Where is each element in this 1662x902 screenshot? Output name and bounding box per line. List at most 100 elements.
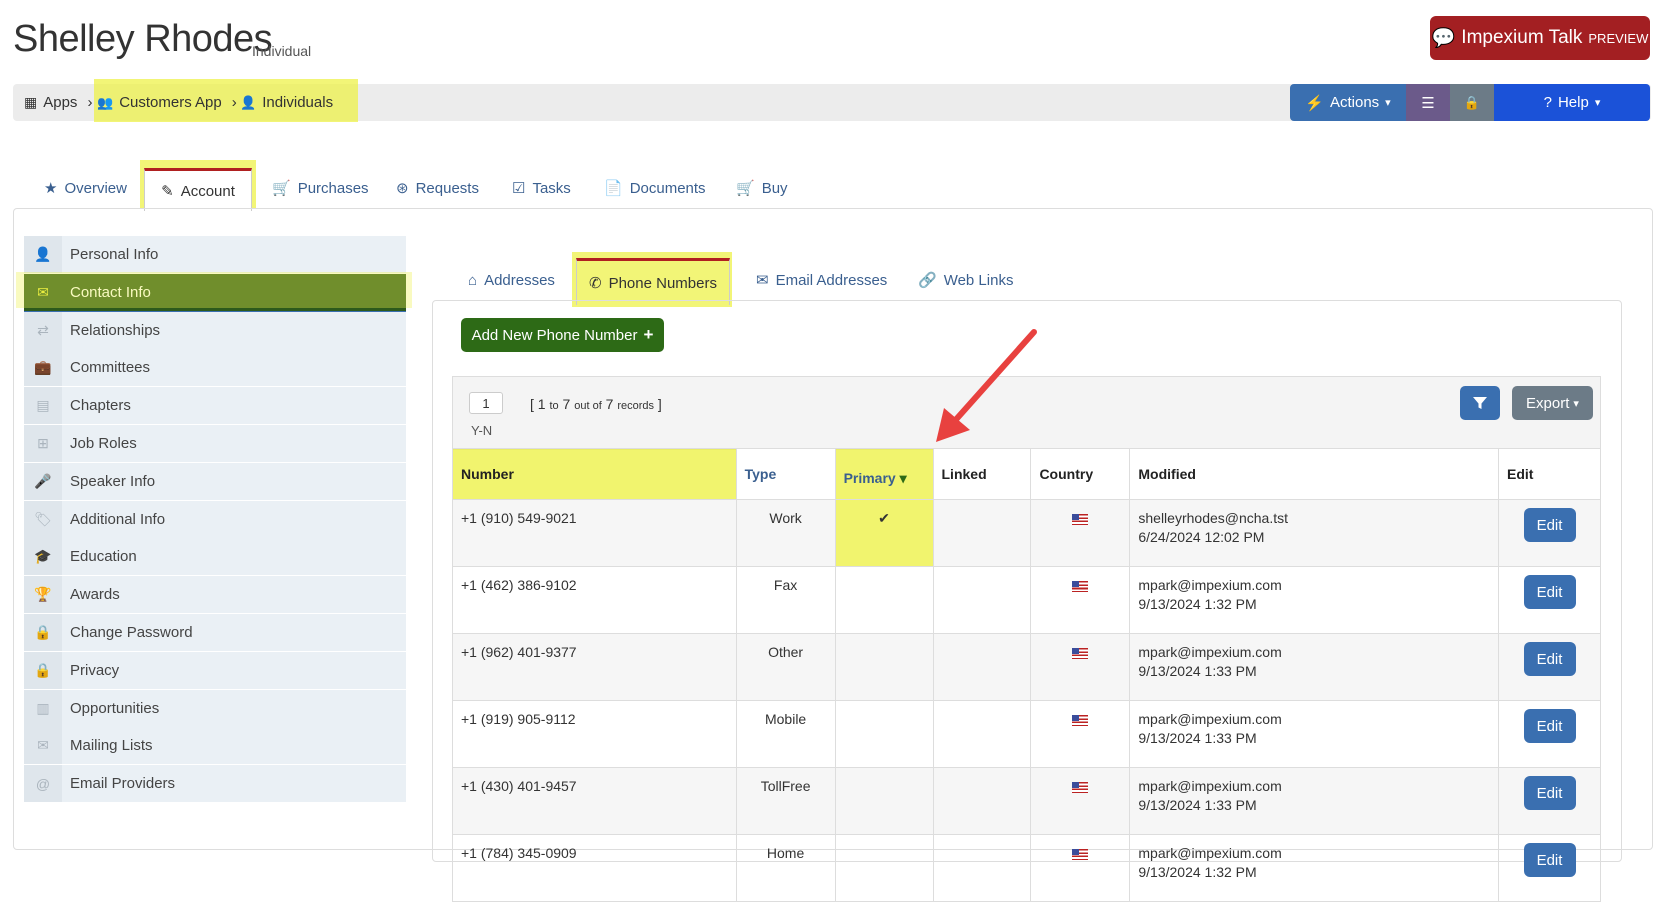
phone-type: Home [766, 845, 805, 861]
us-flag-icon [1072, 648, 1089, 659]
table-row: +1 (462) 386-9102 Fax mpark@impexium.com 9/… [452, 566, 1601, 634]
lock-icon: 🔒 [24, 651, 62, 689]
sidebar-item-speaker-info[interactable]: 🎤 Speaker Info [24, 462, 406, 501]
tab-overview[interactable]: ★ Overview [34, 168, 137, 208]
phone-type: Work [769, 510, 802, 526]
add-phone-number-button[interactable]: Add New Phone Number + [461, 318, 664, 352]
filter-icon [1473, 397, 1487, 409]
us-flag-icon [1072, 581, 1089, 592]
subtab-label: Addresses [484, 271, 555, 289]
cell-edit: Edit [1498, 834, 1601, 902]
phone-number: +1 (462) 386-9102 [461, 577, 577, 593]
breadcrumb-customers-app[interactable]: 👥 Customers App › [97, 84, 237, 121]
record-type-label: Individual [252, 43, 312, 59]
filter-button[interactable] [1460, 386, 1500, 420]
column-header-linked[interactable]: Linked [932, 448, 1032, 500]
sidebar-item-opportunities[interactable]: ▥ Opportunities [24, 689, 406, 728]
sidebar-item-additional-info[interactable]: 🏷 Additional Info [24, 500, 406, 539]
edit-button[interactable]: Edit [1523, 575, 1576, 609]
sidebar-item-chapters[interactable]: ▤ Chapters [24, 387, 406, 426]
sidebar-item-relationships[interactable]: ⇄ Relationships [24, 311, 406, 350]
chat-bubble-icon: 💬 [1431, 28, 1456, 49]
range-start: 1 [537, 396, 546, 412]
modified-by: mpark@impexium.com [1138, 845, 1282, 861]
sidebar-item-job-roles[interactable]: ⊞ Job Roles [24, 425, 406, 463]
edit-icon: ✎ [161, 183, 174, 200]
column-header-type[interactable]: Type [735, 448, 836, 500]
subtab-addresses[interactable]: ⌂ Addresses [458, 258, 565, 302]
sidebar-item-label: Change Password [70, 624, 193, 641]
list-button[interactable]: ☰ [1406, 84, 1450, 121]
help-button[interactable]: ? Help ▾ [1494, 84, 1650, 121]
breadcrumb-individuals[interactable]: 👤 Individuals [240, 84, 333, 121]
tab-buy[interactable]: 🛒 Buy [726, 168, 798, 208]
tab-purchases[interactable]: 🛒 Purchases [262, 168, 379, 208]
cell-linked [932, 767, 1032, 835]
edit-button[interactable]: Edit [1523, 709, 1576, 743]
column-header-number[interactable]: Number [452, 448, 737, 500]
sidebar-item-label: Chapters [70, 397, 131, 415]
sidebar-item-privacy[interactable]: 🔒 Privacy [24, 651, 406, 690]
cart-icon: 🛒 [736, 180, 755, 197]
sidebar-item-education[interactable]: 🎓 Education [24, 538, 406, 577]
cell-primary: ✔ [834, 499, 934, 567]
us-flag-icon [1072, 514, 1089, 525]
users-icon: 👥 [97, 94, 114, 110]
edit-button[interactable]: Edit [1523, 843, 1576, 877]
modified-by: mpark@impexium.com [1138, 778, 1282, 794]
documents-icon: 📄 [604, 180, 623, 197]
header-label: Country [1039, 466, 1094, 482]
cell-modified: mpark@impexium.com 9/13/2024 1:32 PM [1129, 566, 1500, 634]
modified-date: 9/13/2024 1:33 PM [1138, 730, 1257, 746]
cell-number: +1 (462) 386-9102 [452, 566, 737, 634]
subtab-phone-numbers[interactable]: ✆ Phone Numbers [576, 258, 730, 305]
record-count: [ 1 to 7 out of 7 records ] [530, 396, 662, 412]
range-records: records [617, 400, 655, 412]
cell-linked [932, 633, 1032, 701]
subtab-web-links[interactable]: 🔗 Web Links [908, 258, 1023, 302]
sidebar-item-awards[interactable]: 🏆 Awards [24, 576, 406, 615]
column-header-country[interactable]: Country [1030, 448, 1131, 500]
edit-button[interactable]: Edit [1523, 508, 1576, 542]
sidebar-item-committees[interactable]: 💼 Committees [24, 349, 406, 388]
lock-button[interactable]: 🔒 [1450, 84, 1494, 121]
impexium-talk-button[interactable]: 💬 Impexium Talk PREVIEW [1430, 16, 1650, 60]
sidebar-item-change-password[interactable]: 🔒 Change Password [24, 614, 406, 652]
column-header-primary[interactable]: Primary ▾ [834, 448, 934, 500]
cell-type: Fax [735, 566, 836, 634]
phone-number: +1 (919) 905-9112 [461, 711, 576, 727]
sidebar-item-mailing-lists[interactable]: ✉ Mailing Lists [24, 727, 406, 766]
cell-modified: mpark@impexium.com 9/13/2024 1:32 PM [1129, 834, 1500, 902]
header-label: Number [461, 466, 514, 482]
export-button[interactable]: Export ▾ [1512, 386, 1593, 420]
tab-requests[interactable]: ⊛ Requests [386, 168, 489, 208]
column-header-modified[interactable]: Modified [1129, 448, 1500, 500]
sidebar-item-label: Committees [70, 359, 151, 377]
envelope-icon: ✉ [24, 727, 62, 765]
sidebar-item-email-providers[interactable]: @ Email Providers [24, 765, 406, 804]
sitemap-icon: ⊞ [24, 425, 62, 462]
microphone-icon: 🎤 [24, 462, 62, 500]
actions-button[interactable]: ⚡ Actions ▾ [1290, 84, 1406, 121]
cell-number: +1 (910) 549-9021 [452, 499, 737, 567]
cell-primary [834, 633, 934, 701]
tab-label: Requests [415, 179, 479, 197]
tab-tasks[interactable]: ☑ Tasks [502, 168, 581, 208]
cell-primary [834, 566, 934, 634]
sidebar-item-personal-info[interactable]: 👤 Personal Info [24, 236, 406, 274]
breadcrumb-individuals-label: Individuals [262, 94, 334, 111]
edit-button[interactable]: Edit [1523, 776, 1576, 810]
subtab-email-addresses[interactable]: ✉ Email Addresses [746, 258, 897, 302]
lock-icon: 🔒 [1463, 94, 1481, 110]
cell-edit: Edit [1498, 633, 1601, 701]
breadcrumb-apps[interactable]: ▦ Apps › [24, 84, 92, 121]
cell-modified: mpark@impexium.com 9/13/2024 1:33 PM [1129, 633, 1500, 701]
page-number-input[interactable]: 1 [469, 392, 503, 414]
tab-account[interactable]: ✎ Account [144, 168, 252, 211]
primary-check-icon: ✔ [878, 510, 890, 526]
edit-button[interactable]: Edit [1523, 642, 1576, 676]
tab-documents[interactable]: 📄 Documents [594, 168, 716, 208]
archive-icon: ▤ [24, 387, 62, 425]
cell-country [1030, 834, 1131, 902]
preview-badge: PREVIEW [1588, 30, 1649, 46]
